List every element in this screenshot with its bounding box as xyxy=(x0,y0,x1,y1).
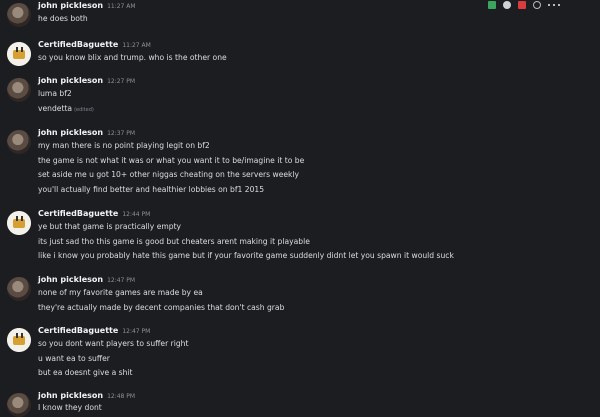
message-text: but ea doesnt give a shit xyxy=(38,368,133,377)
author-name[interactable]: john pickleson xyxy=(38,128,103,137)
author-name[interactable]: CertifiedBaguette xyxy=(38,209,118,218)
message-toolbar xyxy=(484,0,600,9)
circle-icon[interactable] xyxy=(533,0,541,9)
author-name[interactable]: CertifiedBaguette xyxy=(38,40,118,49)
timestamp: 11:27 AM xyxy=(107,3,136,10)
author-name[interactable]: john pickleson xyxy=(38,1,103,10)
author-name[interactable]: CertifiedBaguette xyxy=(38,326,118,335)
message-text: you'll actually find better and healthie… xyxy=(38,185,265,194)
avatar[interactable] xyxy=(7,277,31,301)
check-icon[interactable] xyxy=(488,0,496,9)
message-header: CertifiedBaguette 12:47 PM xyxy=(38,326,150,337)
avatar[interactable] xyxy=(7,3,31,27)
message-header: john pickleson 12:48 PM xyxy=(38,391,135,402)
message-text: they're actually made by decent companie… xyxy=(38,303,285,312)
avatar[interactable] xyxy=(7,130,31,154)
more-icon[interactable] xyxy=(548,3,562,6)
message-header: john pickleson 12:47 PM xyxy=(38,275,135,286)
timestamp: 12:44 PM xyxy=(122,211,151,218)
baguette-avatar-icon xyxy=(7,42,31,66)
timestamp: 12:27 PM xyxy=(107,78,136,85)
message-text: my man there is no point playing legit o… xyxy=(38,141,210,150)
avatar[interactable] xyxy=(7,211,31,235)
message-header: CertifiedBaguette 11:27 AM xyxy=(38,40,151,51)
message-text: set aside me u got 10+ other niggas chea… xyxy=(38,170,300,179)
timestamp: 11:27 AM xyxy=(122,42,151,49)
chat-message-list[interactable]: john pickleson 11:27 AM he does both Cert… xyxy=(0,0,600,417)
avatar[interactable] xyxy=(7,78,31,102)
edited-label: (edited) xyxy=(74,107,94,113)
message-header: CertifiedBaguette 12:44 PM xyxy=(38,209,150,220)
message-text: he does both xyxy=(38,14,88,23)
author-name[interactable]: john pickleson xyxy=(38,391,103,400)
message-text: like i know you probably hate this game … xyxy=(38,251,454,260)
flag-icon[interactable] xyxy=(518,0,526,9)
message-text: I know they dont xyxy=(38,403,102,412)
message-text-content: vendetta xyxy=(38,104,73,113)
author-name[interactable]: john pickleson xyxy=(38,275,103,284)
message-header: john pickleson 12:37 PM xyxy=(38,128,135,139)
person-icon[interactable] xyxy=(503,0,511,9)
message-text: u want ea to suffer xyxy=(38,354,110,363)
message-header: john pickleson 12:27 PM xyxy=(38,76,135,87)
timestamp: 12:47 PM xyxy=(107,277,136,284)
author-name[interactable]: john pickleson xyxy=(38,76,103,85)
avatar[interactable] xyxy=(7,328,31,352)
message-text: so you dont want players to suffer right xyxy=(38,339,189,348)
message-text: the game is not what it was or what you … xyxy=(38,156,305,165)
timestamp: 12:37 PM xyxy=(107,130,136,137)
baguette-avatar-icon xyxy=(7,328,31,352)
baguette-avatar-icon xyxy=(7,211,31,235)
message-text: luma bf2 xyxy=(38,89,72,98)
message-text: so you know blix and trump. who is the o… xyxy=(38,53,227,62)
avatar[interactable] xyxy=(7,393,31,417)
message-text: none of my favorite games are made by ea xyxy=(38,288,203,297)
avatar[interactable] xyxy=(7,42,31,66)
message-text: vendetta (edited) xyxy=(38,104,94,115)
message-text: ye but that game is practically empty xyxy=(38,222,182,231)
message-text: its just sad tho this game is good but c… xyxy=(38,237,310,246)
message-header: john pickleson 11:27 AM xyxy=(38,1,136,12)
timestamp: 12:47 PM xyxy=(122,328,151,335)
timestamp: 12:48 PM xyxy=(107,393,136,400)
